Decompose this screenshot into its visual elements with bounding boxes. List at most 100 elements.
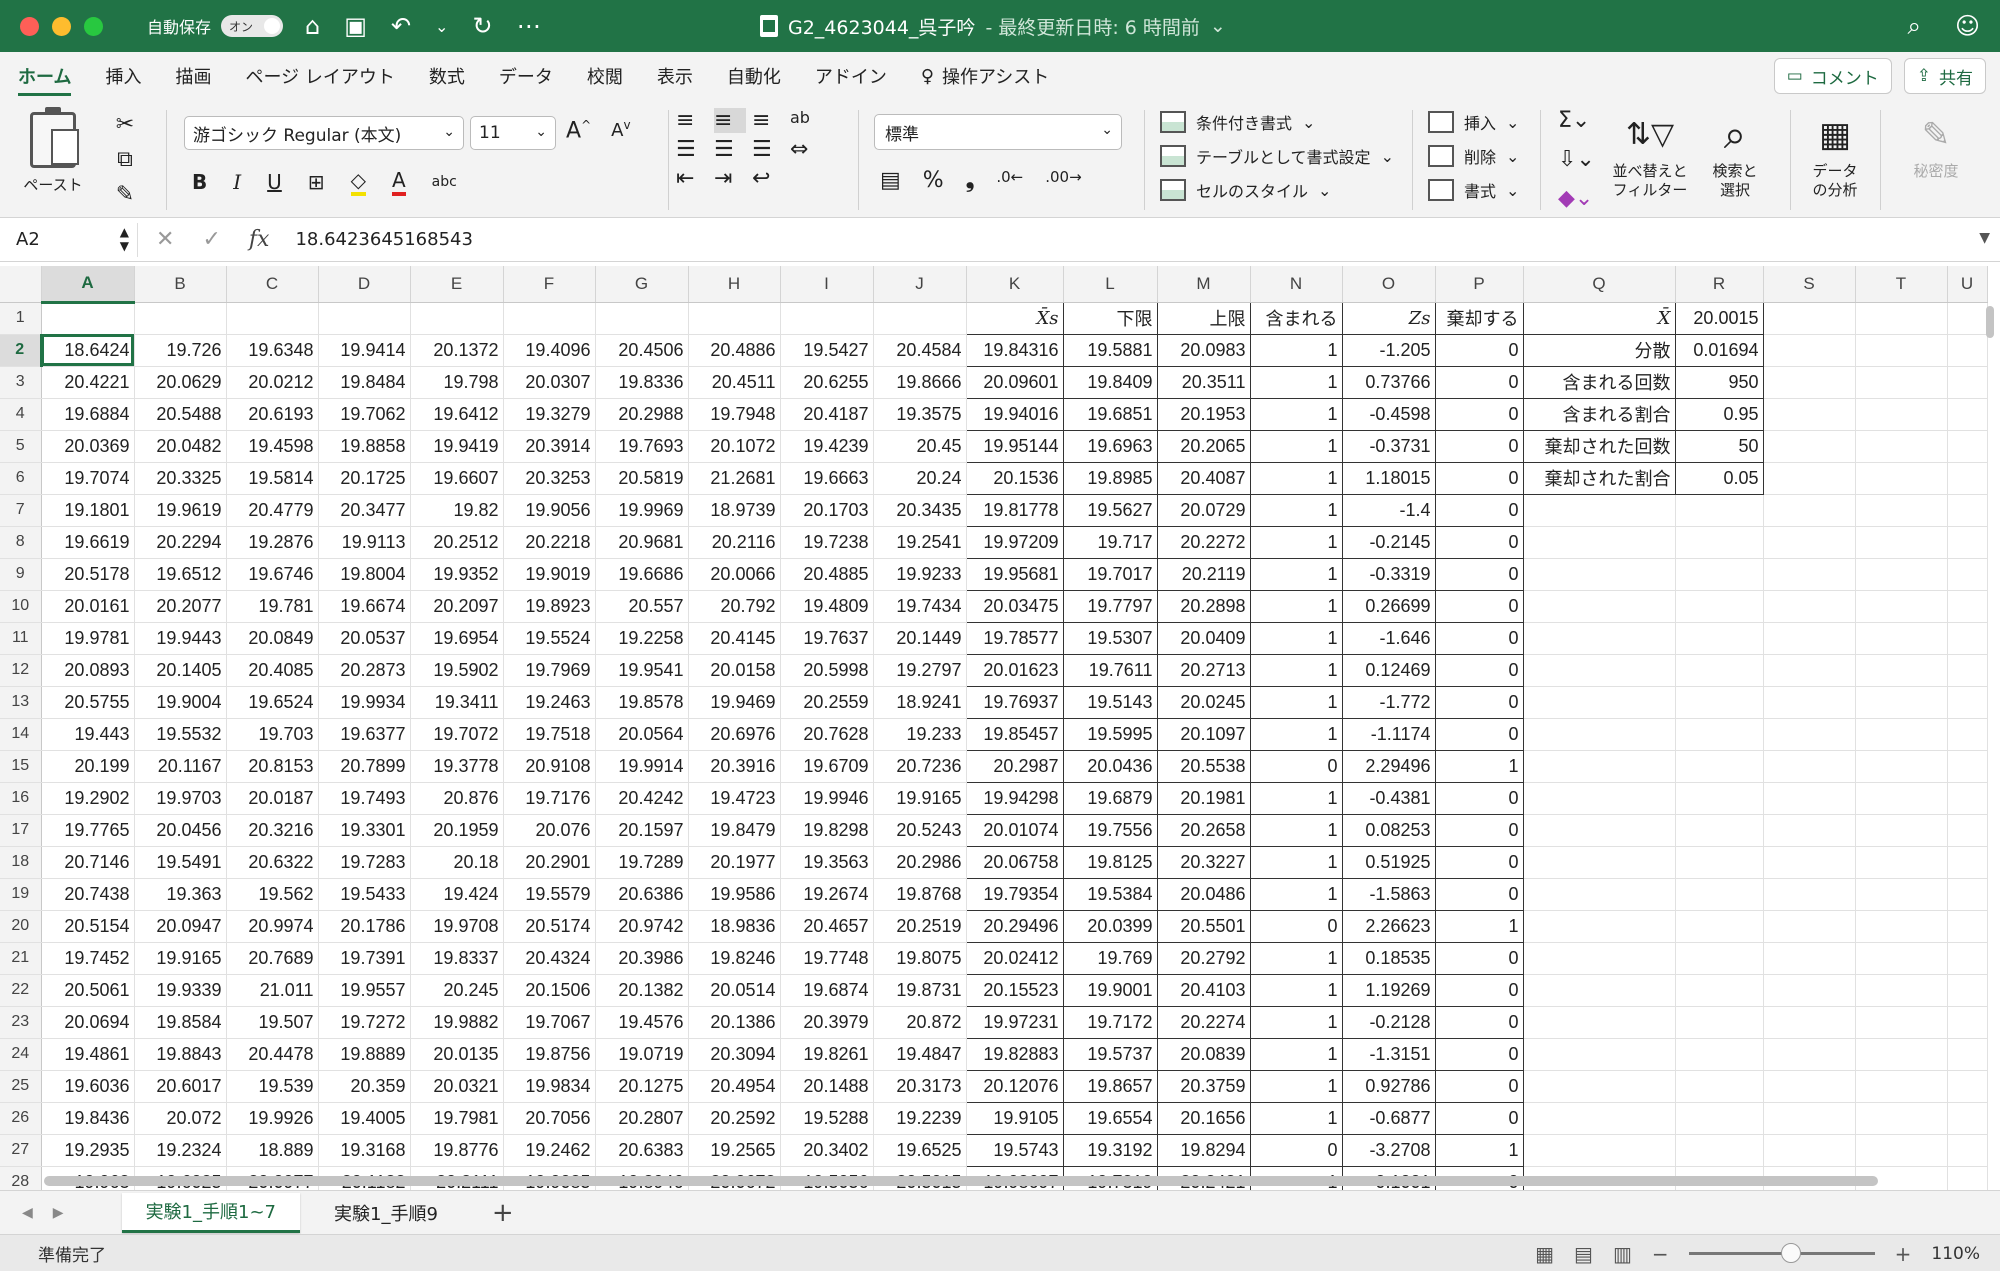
cell-a5[interactable]: 20.0369	[41, 430, 135, 463]
cell-t6[interactable]	[1855, 462, 1948, 495]
cell-t7[interactable]	[1855, 494, 1948, 527]
row-header[interactable]: 24	[0, 1038, 42, 1071]
row-header[interactable]: 18	[0, 846, 42, 879]
cell-n21[interactable]: 1	[1249, 941, 1343, 975]
cell-n13[interactable]: 1	[1249, 685, 1343, 719]
zoom-in-icon[interactable]: +	[1895, 1242, 1912, 1266]
cell-g19[interactable]: 20.6386	[595, 878, 689, 911]
cell-g12[interactable]: 19.9541	[595, 654, 689, 687]
cell-c19[interactable]: 19.562	[226, 878, 319, 911]
row-header[interactable]: 19	[0, 878, 42, 911]
row-header[interactable]: 27	[0, 1134, 42, 1167]
column-header-d[interactable]: D	[318, 266, 411, 303]
cell-q8[interactable]	[1523, 526, 1676, 559]
cell-u3[interactable]	[1947, 366, 1988, 399]
cell-u25[interactable]	[1947, 1070, 1988, 1103]
cell-r13[interactable]	[1675, 686, 1764, 719]
cell-f20[interactable]: 20.5174	[503, 910, 596, 943]
cell-q7[interactable]	[1523, 494, 1676, 527]
cell-r18[interactable]	[1675, 846, 1764, 879]
cell-t25[interactable]	[1855, 1070, 1948, 1103]
cell-h24[interactable]: 20.3094	[688, 1038, 781, 1071]
cell-r27[interactable]	[1675, 1134, 1764, 1167]
cell-h26[interactable]: 20.2592	[688, 1102, 781, 1135]
cell-d9[interactable]: 19.8004	[318, 558, 411, 591]
cell-i23[interactable]: 20.3979	[780, 1006, 874, 1039]
document-title[interactable]: G2_4623044_呉子吟 - 最終更新日時: 6 時間前 ⌄	[760, 0, 1226, 52]
cell-s2[interactable]	[1763, 334, 1856, 367]
cell-s13[interactable]	[1763, 686, 1856, 719]
cell-a2[interactable]: 18.6424	[41, 334, 135, 367]
cell-m17[interactable]: 20.2658	[1156, 813, 1251, 847]
cell-c16[interactable]: 20.0187	[226, 782, 319, 815]
cell-c9[interactable]: 19.6746	[226, 558, 319, 591]
cell-f15[interactable]: 20.9108	[503, 750, 596, 783]
cell-u21[interactable]	[1947, 942, 1988, 975]
align-right-icon[interactable]: ☰	[752, 137, 784, 162]
cell-o13[interactable]: -1.772	[1341, 685, 1436, 719]
cell-l18[interactable]: 19.8125	[1062, 845, 1158, 879]
cell-p23[interactable]: 0	[1434, 1005, 1524, 1039]
cell-n6[interactable]: 1	[1249, 461, 1343, 495]
format-as-table-button[interactable]: テーブルとして書式設定 ⌄	[1160, 144, 1394, 168]
cell-p26[interactable]: 0	[1434, 1101, 1524, 1135]
cell-m12[interactable]: 20.2713	[1156, 653, 1251, 687]
cell-o20[interactable]: 2.26623	[1341, 909, 1436, 943]
cell-a7[interactable]: 19.1801	[41, 494, 135, 527]
cell-t21[interactable]	[1855, 942, 1948, 975]
minimize-window-button[interactable]	[52, 16, 71, 36]
cell-f18[interactable]: 20.2901	[503, 846, 596, 879]
cell-q4[interactable]: 含まれる割合	[1522, 397, 1676, 431]
row-header[interactable]: 16	[0, 782, 42, 815]
cell-e18[interactable]: 20.18	[410, 846, 504, 879]
zoom-out-icon[interactable]: −	[1652, 1242, 1669, 1266]
row-header[interactable]: 15	[0, 750, 42, 783]
cell-i8[interactable]: 19.7238	[780, 526, 874, 559]
cell-p27[interactable]: 1	[1434, 1133, 1524, 1167]
cell-r12[interactable]	[1675, 654, 1764, 687]
cell-b11[interactable]: 19.9443	[134, 622, 227, 655]
cell-r1[interactable]: 20.0015	[1674, 301, 1764, 335]
cell-h9[interactable]: 20.0066	[688, 558, 781, 591]
cell-b22[interactable]: 19.9339	[134, 974, 227, 1007]
sort-filter-button[interactable]: ⇅▽ 並べ替えと フィルター	[1610, 108, 1690, 200]
cell-l5[interactable]: 19.6963	[1062, 429, 1158, 463]
row-header[interactable]: 9	[0, 558, 42, 591]
cell-t24[interactable]	[1855, 1038, 1948, 1071]
cell-i1[interactable]	[780, 302, 874, 335]
cell-b19[interactable]: 19.363	[134, 878, 227, 911]
cell-n24[interactable]: 1	[1249, 1037, 1343, 1071]
decrease-indent-icon[interactable]: ⇤	[676, 166, 708, 191]
cell-s10[interactable]	[1763, 590, 1856, 623]
column-header-a[interactable]: A	[41, 266, 135, 304]
cell-s6[interactable]	[1763, 462, 1856, 495]
cell-u18[interactable]	[1947, 846, 1988, 879]
cell-d20[interactable]: 20.1786	[318, 910, 411, 943]
cell-b24[interactable]: 19.8843	[134, 1038, 227, 1071]
cancel-entry-icon[interactable]: ✕	[156, 227, 174, 252]
cell-h27[interactable]: 19.2565	[688, 1134, 781, 1167]
cell-b4[interactable]: 20.5488	[134, 398, 227, 431]
row-header[interactable]: 26	[0, 1102, 42, 1135]
cell-l14[interactable]: 19.5995	[1062, 717, 1158, 751]
cell-n9[interactable]: 1	[1249, 557, 1343, 591]
cell-l15[interactable]: 20.0436	[1062, 749, 1158, 783]
cell-d23[interactable]: 19.7272	[318, 1006, 411, 1039]
cell-o14[interactable]: -1.1174	[1341, 717, 1436, 751]
cell-b1[interactable]	[134, 302, 227, 335]
cell-h11[interactable]: 20.4145	[688, 622, 781, 655]
cell-f24[interactable]: 19.8756	[503, 1038, 596, 1071]
cell-s22[interactable]	[1763, 974, 1856, 1007]
cell-e10[interactable]: 20.2097	[410, 590, 504, 623]
zoom-slider-thumb[interactable]	[1780, 1243, 1801, 1263]
cell-i25[interactable]: 20.1488	[780, 1070, 874, 1103]
cell-d14[interactable]: 19.6377	[318, 718, 411, 751]
fill-color-icon[interactable]: ◇	[350, 168, 366, 196]
column-header-l[interactable]: L	[1063, 266, 1158, 303]
cell-l17[interactable]: 19.7556	[1062, 813, 1158, 847]
cell-t16[interactable]	[1855, 782, 1948, 815]
cell-r8[interactable]	[1675, 526, 1764, 559]
cell-g23[interactable]: 19.4576	[595, 1006, 689, 1039]
cell-u13[interactable]	[1947, 686, 1988, 719]
cell-e2[interactable]: 20.1372	[410, 334, 504, 367]
